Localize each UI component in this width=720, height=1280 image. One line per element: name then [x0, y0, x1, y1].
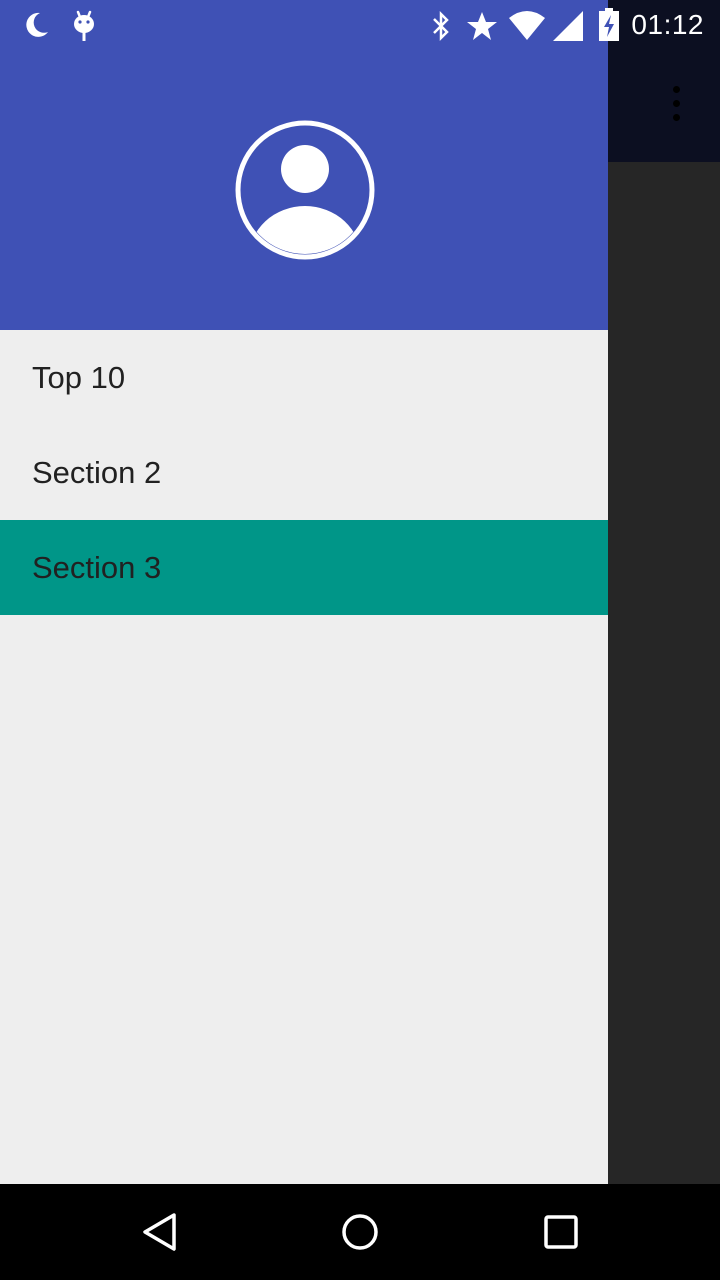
drawer-item-label: Top 10: [32, 359, 126, 395]
navigation-bar: [0, 1184, 720, 1280]
overflow-menu-icon[interactable]: [662, 84, 690, 128]
moon-icon: [26, 12, 48, 37]
star-icon: [467, 12, 497, 40]
wifi-icon: [509, 11, 545, 40]
status-bar: 01:12: [0, 0, 720, 52]
cell-signal-icon: [553, 11, 583, 41]
recents-icon[interactable]: [538, 1210, 582, 1254]
drawer-item-label: Section 2: [32, 454, 162, 490]
drawer-item-label: Section 3: [32, 549, 162, 585]
drawer-item-top-10[interactable]: Top 10: [0, 330, 608, 425]
home-icon[interactable]: [338, 1210, 382, 1254]
drawer-item-section-3[interactable]: Section 3: [0, 520, 608, 615]
android-debug-icon: [74, 10, 94, 41]
back-icon[interactable]: [138, 1210, 182, 1254]
account-circle-icon[interactable]: [235, 120, 375, 260]
navigation-drawer: Top 10 Section 2 Section 3: [0, 0, 608, 1184]
drawer-item-section-2[interactable]: Section 2: [0, 425, 608, 520]
battery-charging-icon: [599, 8, 619, 41]
bluetooth-icon: [433, 10, 449, 42]
status-time: 01:12: [631, 9, 704, 40]
drawer-menu: Top 10 Section 2 Section 3: [0, 330, 608, 615]
